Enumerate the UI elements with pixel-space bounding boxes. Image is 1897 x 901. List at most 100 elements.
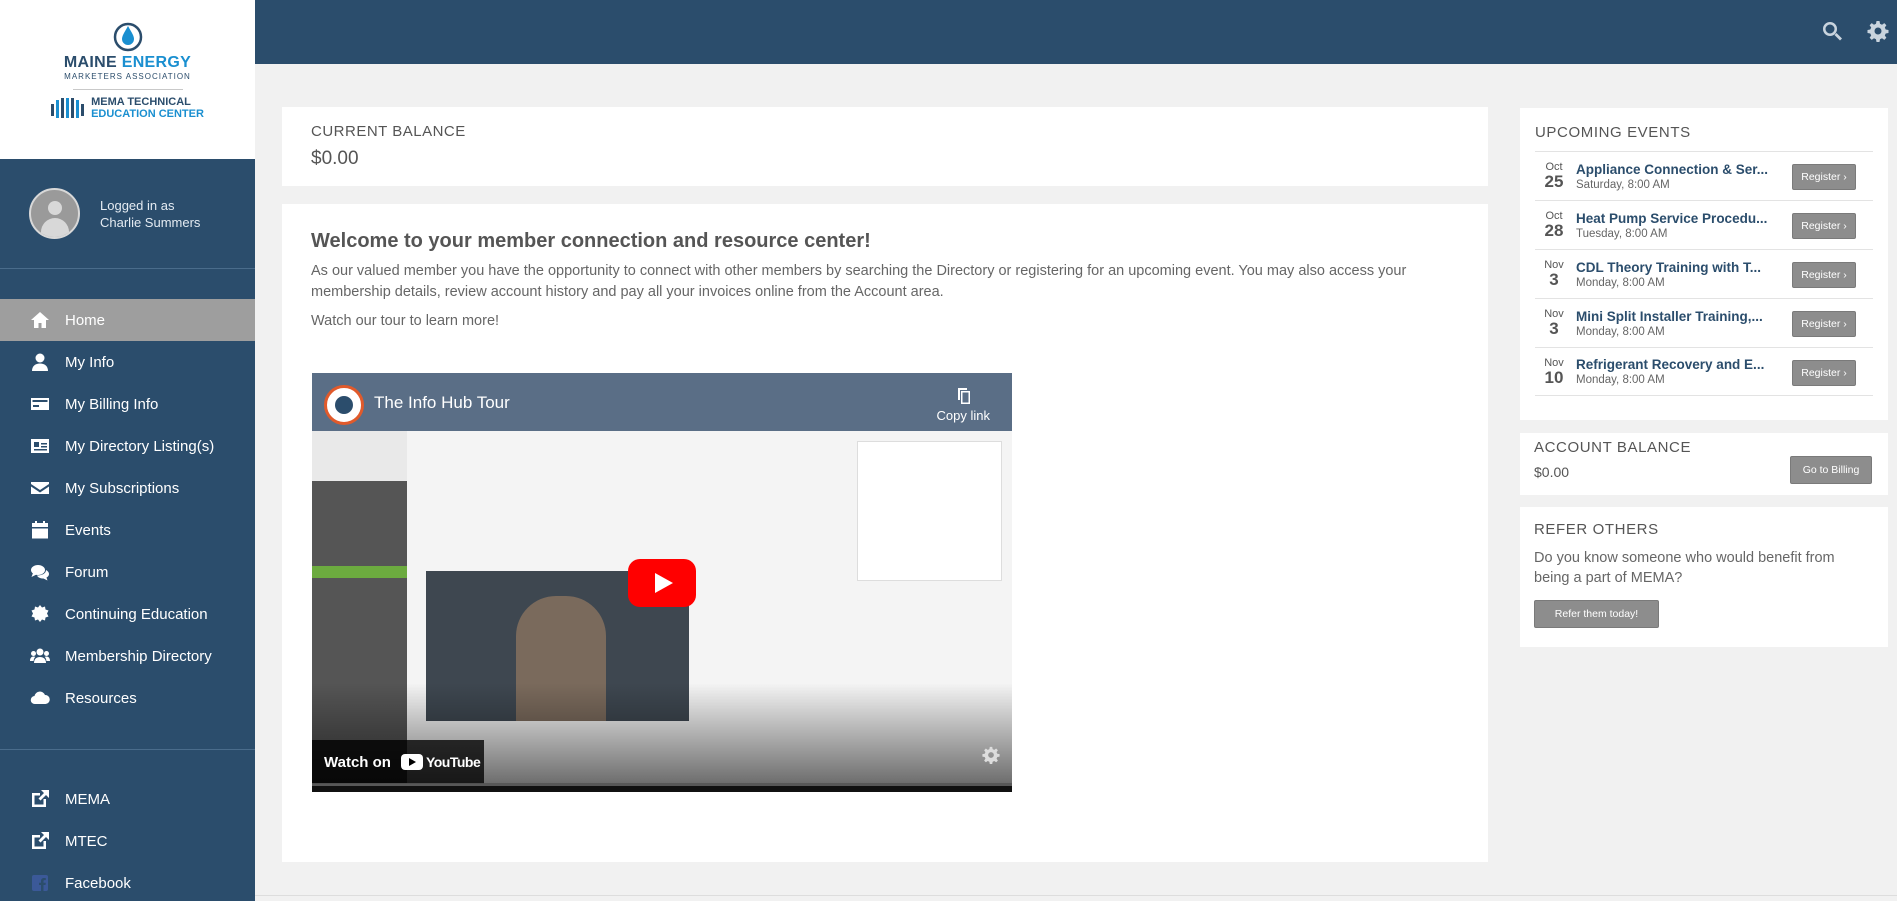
nav-item-home[interactable]: Home [0, 299, 255, 341]
nav-label: Forum [65, 563, 109, 581]
user-panel: Logged in as Charlie Summers [0, 159, 255, 269]
video-title[interactable]: The Info Hub Tour [374, 393, 510, 413]
nav-item-membership-directory[interactable]: Membership Directory [0, 635, 255, 677]
welcome-card: Welcome to your member connection and re… [282, 204, 1488, 862]
facebook-icon [30, 873, 50, 893]
upcoming-events-title: UPCOMING EVENTS [1535, 124, 1691, 141]
envelope-icon [30, 478, 50, 498]
tec-logo-text: MEMA TECHNICAL EDUCATION CENTER [91, 96, 204, 120]
nav-item-resources[interactable]: Resources [0, 677, 255, 719]
cloud-icon [30, 688, 50, 708]
event-item: Oct 25 Appliance Connection & Ser... Sat… [1535, 151, 1873, 200]
welcome-tour-text: Watch our tour to learn more! [311, 313, 500, 329]
welcome-text: As our valued member you have the opport… [311, 263, 1407, 300]
user-info: Logged in as Charlie Summers [100, 197, 200, 231]
register-button[interactable]: Register › [1792, 262, 1856, 288]
nav-item-my-directory-listings[interactable]: My Directory Listing(s) [0, 425, 255, 467]
event-name-link[interactable]: Appliance Connection & Ser... [1576, 162, 1781, 177]
refer-others-card: REFER OTHERS Do you know someone who wou… [1520, 507, 1888, 647]
nav-item-my-info[interactable]: My Info [0, 341, 255, 383]
logo-divider [72, 89, 183, 90]
current-balance-card: CURRENT BALANCE $0.00 [282, 107, 1488, 186]
event-name-link[interactable]: Heat Pump Service Procedu... [1576, 211, 1781, 226]
nav-label: My Subscriptions [65, 479, 180, 497]
nav-label: Membership Directory [65, 647, 212, 665]
logged-in-label: Logged in as [100, 197, 175, 213]
users-icon [30, 646, 50, 666]
nav-item-my-subscriptions[interactable]: My Subscriptions [0, 467, 255, 509]
nav-label: Home [65, 311, 106, 329]
external-link-icon [30, 789, 50, 809]
current-balance-label: CURRENT BALANCE [311, 123, 466, 140]
nav-item-my-billing-info[interactable]: My Billing Info [0, 383, 255, 425]
nav-label: Continuing Education [65, 605, 208, 623]
event-name-link[interactable]: Refrigerant Recovery and E... [1576, 357, 1781, 372]
welcome-title: Welcome to your member connection and re… [311, 230, 871, 252]
event-date: Nov 10 [1544, 356, 1564, 387]
event-item: Nov 3 Mini Split Installer Training,... … [1535, 298, 1873, 347]
video-progress-bar[interactable] [312, 783, 1012, 786]
event-time: Monday, 8:00 AM [1576, 374, 1665, 386]
nav-divider [0, 749, 255, 750]
certificate-icon [30, 604, 50, 624]
id-card-icon [30, 436, 50, 456]
user-name[interactable]: Charlie Summers [100, 214, 200, 231]
nav-item-forum[interactable]: Forum [0, 551, 255, 593]
refer-others-text: Do you know someone who would benefit fr… [1534, 550, 1835, 586]
event-time: Saturday, 8:00 AM [1576, 178, 1670, 191]
main-nav: Home My Info My Billing Info My Director… [0, 299, 255, 901]
nav-item-events[interactable]: Events [0, 509, 255, 551]
nav-link-facebook[interactable]: Facebook [0, 862, 255, 901]
nav-label: My Directory Listing(s) [65, 437, 215, 455]
search-icon[interactable] [1821, 20, 1843, 42]
video-player[interactable]: The Info Hub Tour Copy link Watch on You… [312, 373, 1012, 792]
event-time: Tuesday, 8:00 AM [1576, 227, 1668, 240]
tec-logo: MEMA TECHNICAL EDUCATION CENTER [51, 96, 204, 120]
comments-icon [30, 562, 50, 582]
channel-avatar[interactable] [324, 385, 364, 425]
credit-card-icon [30, 394, 50, 414]
youtube-logo: YouTube [400, 754, 481, 770]
nav-label: Events [65, 521, 111, 539]
avatar[interactable] [29, 188, 80, 239]
event-time: Monday, 8:00 AM [1576, 325, 1665, 338]
nav-label: My Billing Info [65, 395, 159, 413]
flame-drop-icon [113, 22, 142, 52]
logo-subtitle: MARKETERS ASSOCIATION [64, 72, 191, 81]
watch-on-youtube[interactable]: Watch on YouTube [312, 740, 484, 784]
register-button[interactable]: Register › [1792, 311, 1856, 337]
event-name-link[interactable]: CDL Theory Training with T... [1576, 260, 1781, 275]
play-button[interactable] [628, 559, 696, 607]
footer-divider [255, 895, 1897, 896]
top-bar [255, 0, 1897, 64]
nav-label: My Info [65, 353, 115, 371]
upcoming-events-card: UPCOMING EVENTS Oct 25 Appliance Connect… [1520, 108, 1888, 420]
youtube-icon [400, 754, 423, 770]
nav-link-mema[interactable]: MEMA [0, 778, 255, 820]
current-balance-amount: $0.00 [311, 148, 359, 169]
gear-icon[interactable] [1867, 20, 1889, 42]
tec-mark-icon [51, 98, 85, 118]
external-link-icon [30, 831, 50, 851]
event-item: Nov 10 Refrigerant Recovery and E... Mon… [1535, 347, 1873, 396]
video-settings-icon[interactable] [982, 746, 1000, 764]
copy-link-button[interactable]: Copy link [937, 387, 990, 423]
nav-item-continuing-education[interactable]: Continuing Education [0, 593, 255, 635]
register-button[interactable]: Register › [1792, 213, 1856, 239]
event-name-link[interactable]: Mini Split Installer Training,... [1576, 309, 1781, 324]
copy-link-label: Copy link [936, 408, 990, 423]
nav-link-mtec[interactable]: MTEC [0, 820, 255, 862]
home-icon [30, 310, 50, 330]
event-date: Oct 25 [1544, 161, 1564, 191]
register-button[interactable]: Register › [1792, 360, 1856, 386]
calendar-icon [30, 520, 50, 540]
nav-label: Facebook [65, 874, 131, 892]
refer-button[interactable]: Refer them today! [1534, 600, 1659, 628]
event-date: Nov 3 [1544, 259, 1564, 289]
logo[interactable]: MAINE ENERGY MARKETERS ASSOCIATION MEMA … [0, 0, 255, 159]
logo-title: MAINE ENERGY [63, 54, 192, 71]
nav-label: MTEC [65, 832, 108, 850]
event-date: Nov 3 [1544, 308, 1564, 338]
go-to-billing-button[interactable]: Go to Billing [1790, 456, 1872, 484]
register-button[interactable]: Register › [1792, 164, 1856, 190]
